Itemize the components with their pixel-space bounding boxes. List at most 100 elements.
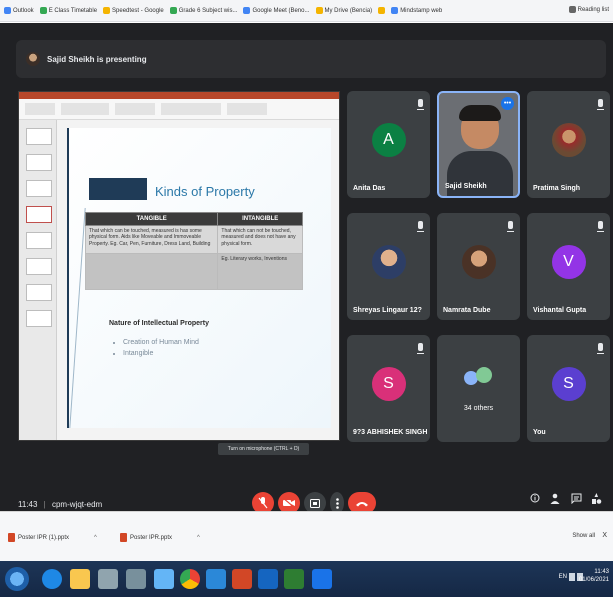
slide-thumbnail[interactable] [26, 258, 52, 275]
word-icon[interactable] [258, 569, 278, 589]
mic-off-icon [417, 221, 424, 232]
app-icon[interactable] [312, 569, 332, 589]
bullet-list: Creation of Human Mind Intangible [115, 338, 199, 359]
participant-tile[interactable]: A Anita Das [347, 91, 430, 198]
avatar: V [551, 245, 586, 280]
bookmark-icon [378, 7, 386, 14]
slide-thumbnail[interactable] [26, 284, 52, 301]
avatar: S [371, 367, 406, 402]
mic-tooltip: Turn on microphone (CTRL + D) [218, 443, 309, 455]
internet-explorer-icon[interactable] [42, 569, 62, 589]
drive-icon [315, 7, 323, 14]
info-icon[interactable] [528, 493, 542, 509]
outlook-icon [4, 7, 11, 14]
avatar: A [371, 123, 406, 158]
table-cell: That which can be touched, measured is h… [84, 225, 219, 254]
avatar: S [551, 367, 586, 402]
bookmark-drive[interactable]: My Drive (Bencia) [315, 7, 372, 14]
screen: { "bookmarks": { "items": [ {"label": "O… [0, 0, 613, 597]
table-cell: That which can not be touched, measured … [217, 225, 303, 254]
participant-tile-active-speaker[interactable]: ••• Sajid Sheikh [437, 91, 520, 198]
slide-thumbnail[interactable] [26, 206, 52, 223]
app-icon[interactable] [126, 569, 146, 589]
participant-tile[interactable]: Shreyas Lingaur 12? [347, 213, 430, 320]
participant-name: Namrata Dube [443, 307, 491, 314]
mic-off-icon [417, 99, 424, 110]
app-icon[interactable] [154, 569, 174, 589]
chrome-icon[interactable] [180, 569, 200, 589]
download-filename: Poster IPR (1).pptx [18, 534, 70, 541]
bookmark-icon [103, 7, 111, 14]
download-item[interactable]: Poster IPR (1).pptx ^ [8, 533, 97, 542]
bookmark-icon [169, 7, 177, 14]
mic-off-icon [597, 221, 604, 232]
presenter-avatar [26, 52, 40, 66]
activities-icon[interactable] [589, 493, 603, 509]
powerpoint-icon[interactable] [232, 569, 252, 589]
close-icon[interactable]: X [602, 532, 607, 539]
meeting-info: 11:43 | cpm-wjqt-edm [18, 500, 103, 509]
reading-list-icon [568, 6, 576, 13]
chevron-up-icon[interactable]: ^ [197, 535, 200, 541]
more-vert-icon [335, 497, 339, 509]
title-accent-bar [89, 178, 147, 200]
list-item: Creation of Human Mind [123, 338, 199, 349]
mic-off-icon [597, 343, 604, 354]
downloads-bar: Poster IPR (1).pptx ^ Poster IPR.pptx ^ … [0, 511, 613, 561]
bookmark-speedtest[interactable]: Speedtest - Google [103, 7, 164, 14]
avatar [551, 123, 586, 158]
participant-tile-self[interactable]: S You [527, 335, 610, 442]
presenting-label: Sajid Sheikh is presenting [47, 54, 147, 64]
bookmark-mindstamp[interactable]: Mindstamp web [391, 7, 442, 14]
slide-thumbnail[interactable] [26, 154, 52, 171]
network-icon[interactable] [569, 573, 575, 581]
slide-thumbnail[interactable] [26, 180, 52, 197]
file-explorer-icon[interactable] [70, 569, 90, 589]
participant-tile[interactable]: S 9?3 ABHISHEK SINGH [347, 335, 430, 442]
download-item[interactable]: Poster IPR.pptx ^ [120, 533, 200, 542]
participant-name: You [533, 429, 546, 436]
slide-title: Kinds of Property [155, 184, 255, 199]
bookmark-icon [391, 7, 399, 14]
others-count: 34 others [463, 405, 494, 412]
table-cell: Eg. Literary works, Inventions [217, 253, 303, 290]
start-button[interactable] [5, 567, 29, 591]
slide-thumbnail[interactable] [26, 128, 52, 145]
participant-name: Pratima Singh [533, 185, 581, 192]
clock[interactable]: 11:43 01/06/2021 [579, 568, 609, 584]
participant-tile-others[interactable]: 34 others [437, 335, 520, 442]
mic-off-icon [507, 221, 514, 232]
others-avatars [463, 366, 494, 389]
bookmark-extra[interactable] [378, 7, 386, 14]
participant-name: Sajid Sheikh [445, 183, 487, 190]
app-icon[interactable] [206, 569, 226, 589]
participant-tile[interactable]: V Vishantal Gupta [527, 213, 610, 320]
participant-name: Shreyas Lingaur 12? [353, 307, 422, 314]
powerpoint-ribbon [19, 92, 339, 120]
language-indicator[interactable]: EN [559, 573, 567, 581]
slide-thumbnail[interactable] [26, 310, 52, 327]
meet-window: Sajid Sheikh is presenting Kinds of Prop… [0, 23, 613, 514]
excel-icon[interactable] [284, 569, 304, 589]
more-options-icon[interactable]: ••• [501, 97, 514, 110]
bookmarks-bar: Outlook E Class Timetable Speedtest - Go… [0, 0, 613, 22]
captions-icon [310, 498, 320, 508]
list-item: Intangible [123, 349, 199, 360]
slide-thumbnail[interactable] [26, 232, 52, 249]
taskbar: EN 11:43 01/06/2021 [0, 561, 613, 597]
bookmark-outlook[interactable]: Outlook [4, 7, 34, 14]
app-icon[interactable] [98, 569, 118, 589]
participant-tile[interactable]: Pratima Singh [527, 91, 610, 198]
reading-list-button[interactable]: Reading list [568, 6, 609, 13]
show-all-button[interactable]: Show all [572, 533, 595, 539]
people-icon[interactable] [548, 493, 562, 509]
bookmark-timetable[interactable]: E Class Timetable [39, 7, 97, 14]
chat-icon[interactable] [569, 493, 583, 509]
chevron-up-icon[interactable]: ^ [94, 535, 97, 541]
table-cell [84, 253, 219, 290]
participant-tile[interactable]: Namrata Dube [437, 213, 520, 320]
bookmark-grade6[interactable]: Grade 6 Subject wis... [169, 7, 237, 14]
participant-name: 9?3 ABHISHEK SINGH [353, 429, 428, 436]
bookmark-meet[interactable]: Google Meet (Beno... [243, 7, 310, 14]
phone-end-icon [356, 501, 368, 506]
